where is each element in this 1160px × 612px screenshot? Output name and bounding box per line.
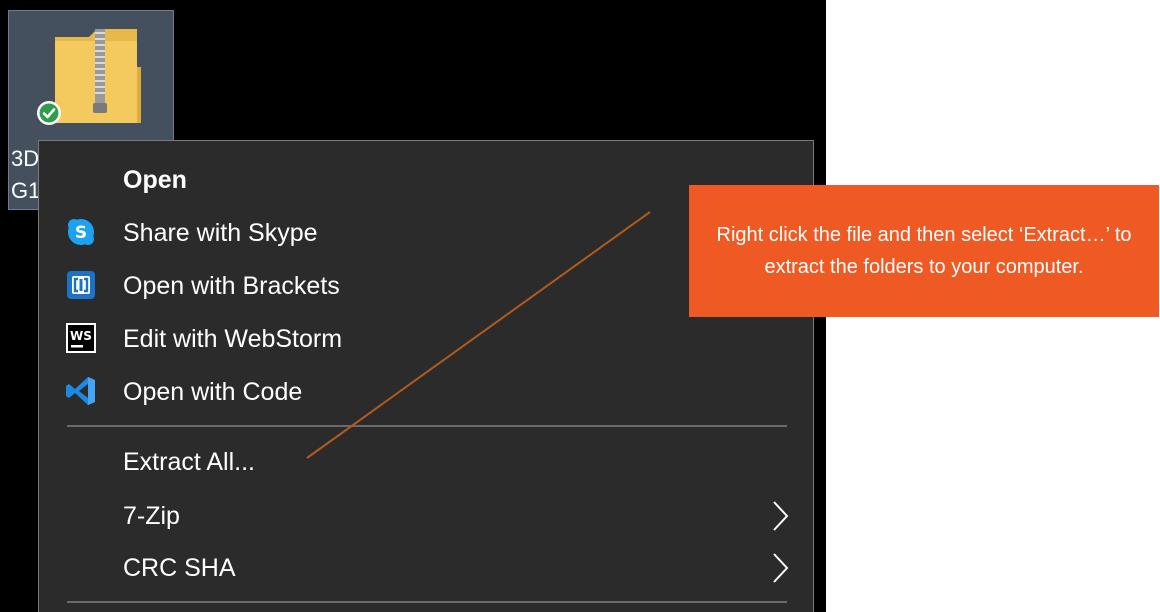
menu-separator xyxy=(67,425,787,427)
menu-item-label: Edit with WebStorm xyxy=(123,325,343,353)
sync-check-icon xyxy=(35,99,63,132)
webstorm-badge-text: WS xyxy=(70,329,92,343)
menu-item-label: CRC SHA xyxy=(123,554,236,582)
callout-text: Right click the file and then select ‘Ex… xyxy=(716,224,1132,278)
menu-item-extract-all[interactable]: Extract All... xyxy=(39,437,813,487)
skype-badge-text: S xyxy=(75,223,87,243)
brackets-icon xyxy=(65,269,97,301)
menu-item-label: Open with Code xyxy=(123,378,303,406)
menu-item-label: Open xyxy=(123,166,187,194)
menu-item-open-with-code[interactable]: Open with Code xyxy=(39,367,813,417)
webstorm-icon: WS xyxy=(65,322,97,354)
menu-item-label: Share with Skype xyxy=(123,219,318,247)
file-name-line2: G1 xyxy=(11,178,41,203)
chevron-right-icon xyxy=(771,499,791,533)
menu-item-crc-sha[interactable]: CRC SHA xyxy=(39,543,813,593)
chevron-right-icon xyxy=(771,551,791,585)
file-name-line1: 3D xyxy=(11,146,40,171)
menu-item-label: 7-Zip xyxy=(123,502,180,530)
menu-separator xyxy=(67,601,787,603)
menu-item-label: Extract All... xyxy=(123,448,255,476)
menu-item-7-zip[interactable]: 7-Zip xyxy=(39,491,813,541)
zip-folder-icon xyxy=(49,19,145,140)
vscode-icon xyxy=(65,375,97,407)
skype-icon: S xyxy=(65,216,97,248)
menu-item-edit-with-webstorm[interactable]: WS Edit with WebStorm xyxy=(39,314,813,364)
instruction-callout: Right click the file and then select ‘Ex… xyxy=(689,185,1159,317)
menu-item-label: Open with Brackets xyxy=(123,272,340,300)
